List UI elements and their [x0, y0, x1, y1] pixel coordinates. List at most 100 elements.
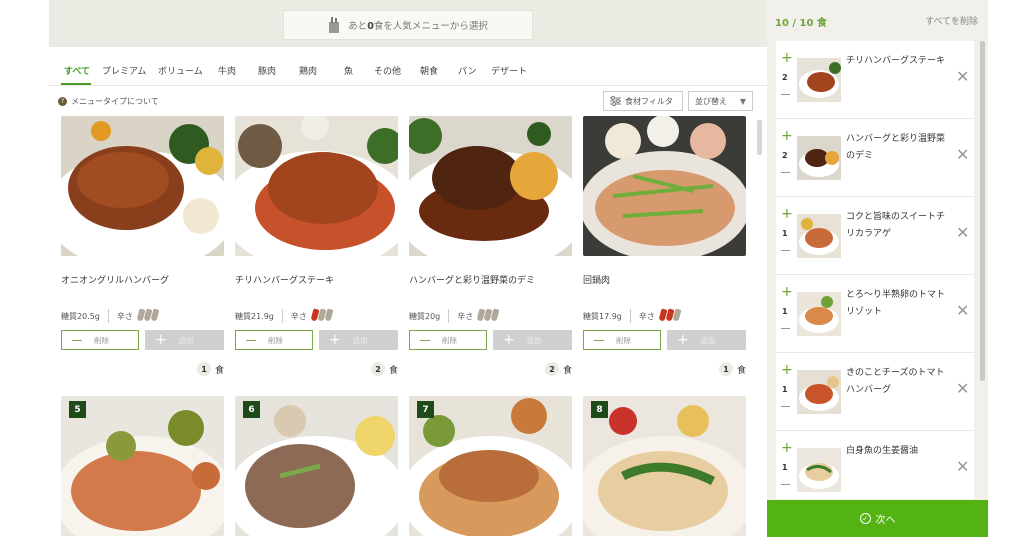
- spice-level-icon: [310, 308, 334, 323]
- cart-item-qty: 1: [782, 385, 788, 394]
- increase-qty-icon[interactable]: +: [781, 207, 793, 221]
- menu-card: チリハンバーグステーキ 糖質21.9g 辛さ 削除 + 追加 2食: [235, 116, 398, 376]
- cart-scrollbar[interactable]: [980, 41, 985, 381]
- cart-item-qty: 1: [782, 229, 788, 238]
- active-tab-indicator: [61, 83, 91, 85]
- filter-icon: [610, 96, 621, 106]
- next-button[interactable]: ✓ 次へ: [767, 500, 988, 537]
- plus-icon: +: [677, 332, 689, 348]
- tab-breakfast[interactable]: 朝食: [420, 64, 438, 77]
- rank-badge: 5: [69, 401, 86, 418]
- increase-qty-icon[interactable]: +: [781, 129, 793, 143]
- remove-item-icon[interactable]: ✕: [956, 457, 969, 476]
- tab-volume[interactable]: ボリューム: [158, 64, 203, 77]
- decrease-qty-icon[interactable]: [781, 328, 790, 329]
- cart-item-name: ハンバーグと彩り温野菜のデミ: [846, 134, 946, 161]
- cart-count: 10 / 10 食: [775, 18, 827, 29]
- cart-item-thumbnail: [797, 292, 841, 336]
- next-label: 次へ: [875, 515, 896, 526]
- cart-item-thumbnail: [797, 448, 841, 492]
- rank-badge: 8: [591, 401, 608, 418]
- remove-item-icon[interactable]: ✕: [956, 145, 969, 164]
- ingredient-filter-label: 食材フィルタ: [625, 96, 673, 106]
- cart-item-name: 白身魚の生姜醤油: [846, 446, 919, 456]
- add-button[interactable]: + 追加: [667, 330, 746, 350]
- cart-item: + 1 白身魚の生姜醤油 ✕: [776, 431, 974, 499]
- meal-count: 2食: [370, 362, 398, 376]
- spice-level-icon: [136, 308, 160, 323]
- increase-qty-icon[interactable]: +: [781, 51, 793, 65]
- selection-banner: あと0食を人気メニューから選択: [49, 0, 767, 47]
- decrease-qty-icon[interactable]: [781, 484, 790, 485]
- food-photo[interactable]: [61, 116, 224, 256]
- tab-dessert[interactable]: デザート: [491, 64, 527, 77]
- tab-beef[interactable]: 牛肉: [218, 64, 236, 77]
- cart-item: + 1 きのことチーズのトマトハンバーグ ✕: [776, 353, 974, 431]
- cart-item-thumbnail: [797, 58, 841, 102]
- tab-all[interactable]: すべて: [64, 64, 90, 77]
- spice-level-icon: [658, 308, 682, 323]
- add-button[interactable]: + 追加: [493, 330, 572, 350]
- increase-qty-icon[interactable]: +: [781, 441, 793, 455]
- delete-button[interactable]: 削除: [583, 330, 661, 350]
- bento-box-icon: [329, 17, 340, 33]
- nutrition-info: 糖質20.5g 辛さ: [61, 308, 160, 323]
- cart-item-name: コクと旨味のスイートチリカラアゲ: [846, 212, 946, 239]
- menu-scrollbar[interactable]: [757, 120, 762, 155]
- food-photo[interactable]: [235, 116, 398, 256]
- remaining-meals-box: あと0食を人気メニューから選択: [283, 10, 533, 40]
- add-button[interactable]: + 追加: [145, 330, 224, 350]
- decrease-qty-icon[interactable]: [781, 94, 790, 95]
- menu-name: 回鍋肉: [583, 276, 611, 286]
- cart-item-thumbnail: [797, 370, 841, 414]
- food-photo[interactable]: [583, 116, 746, 256]
- nutrition-info: 糖質21.9g 辛さ: [235, 308, 334, 323]
- cart-item-qty: 1: [782, 307, 788, 316]
- plus-icon: +: [329, 332, 341, 348]
- menu-panel: あと0食を人気メニューから選択 すべて プレミアム ボリューム 牛肉 豚肉 鶏肉…: [49, 0, 767, 537]
- decrease-qty-icon[interactable]: [781, 406, 790, 407]
- delete-button[interactable]: 削除: [409, 330, 487, 350]
- remove-item-icon[interactable]: ✕: [956, 301, 969, 320]
- carbs-value: 糖質20.5g: [61, 311, 100, 321]
- cart-item: + 1 コクと旨味のスイートチリカラアゲ ✕: [776, 197, 974, 275]
- sort-dropdown[interactable]: 並び替え ▼: [688, 91, 753, 111]
- tab-bread[interactable]: パン: [458, 64, 476, 77]
- spice-label: 辛さ: [638, 311, 655, 321]
- dropdown-arrow-icon: ▼: [739, 96, 746, 106]
- minus-icon: [246, 339, 256, 341]
- ingredient-filter-button[interactable]: 食材フィルタ: [603, 91, 683, 111]
- decrease-qty-icon[interactable]: [781, 172, 790, 173]
- tab-premium[interactable]: プレミアム: [102, 64, 146, 77]
- tab-other[interactable]: その他: [374, 64, 401, 77]
- menu-type-info-link[interactable]: ? メニュータイプについて: [58, 96, 159, 107]
- cart-item-name: チリハンバーグステーキ: [846, 56, 946, 66]
- remove-item-icon[interactable]: ✕: [956, 67, 969, 86]
- cart-item-qty: 2: [782, 151, 788, 160]
- increase-qty-icon[interactable]: +: [781, 363, 793, 377]
- add-button[interactable]: + 追加: [319, 330, 398, 350]
- plus-icon: +: [503, 332, 515, 348]
- cart-item: + 1 とろ〜り半熟卵のトマトリゾット ✕: [776, 275, 974, 353]
- menu-card: 7: [409, 396, 572, 537]
- spice-label: 辛さ: [290, 311, 307, 321]
- decrease-qty-icon[interactable]: [781, 250, 790, 251]
- tab-pork[interactable]: 豚肉: [258, 64, 276, 77]
- tab-chicken[interactable]: 鶏肉: [299, 64, 317, 77]
- rank-badge: 6: [243, 401, 260, 418]
- tab-fish[interactable]: 魚: [344, 64, 353, 77]
- minus-icon: [72, 339, 82, 341]
- check-circle-icon: ✓: [859, 513, 871, 524]
- clear-all-button[interactable]: すべてを削除: [925, 14, 978, 27]
- food-photo[interactable]: [409, 116, 572, 256]
- spice-label: 辛さ: [457, 311, 474, 321]
- delete-button[interactable]: 削除: [61, 330, 139, 350]
- menu-card: 8: [583, 396, 746, 537]
- remove-item-icon[interactable]: ✕: [956, 379, 969, 398]
- cart-item-qty: 1: [782, 463, 788, 472]
- spice-label: 辛さ: [116, 311, 133, 321]
- category-tabs: すべて プレミアム ボリューム 牛肉 豚肉 鶏肉 魚 その他 朝食 パン デザー…: [49, 56, 767, 86]
- delete-button[interactable]: 削除: [235, 330, 313, 350]
- increase-qty-icon[interactable]: +: [781, 285, 793, 299]
- remove-item-icon[interactable]: ✕: [956, 223, 969, 242]
